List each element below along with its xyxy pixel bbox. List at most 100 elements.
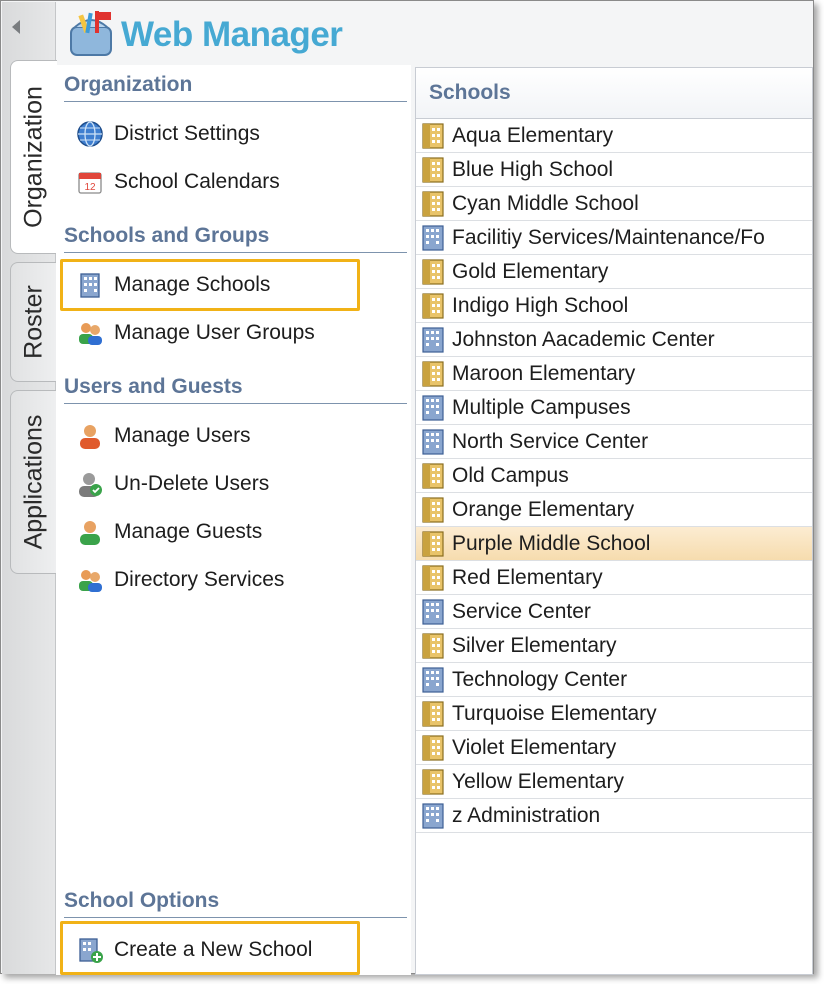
school-row[interactable]: z Administration [416,799,812,833]
office-building-icon [420,326,446,354]
school-row[interactable]: Gold Elementary [416,255,812,289]
schools-list-header: Schools [416,68,812,119]
school-row[interactable]: Purple Middle School [416,527,812,561]
school-building-icon [420,700,446,728]
nav-district-settings[interactable]: District Settings [76,117,260,151]
nav-manage-guests[interactable]: Manage Guests [76,515,262,549]
nav-manage-user-groups[interactable]: Manage User Groups [76,316,315,350]
school-row[interactable]: North Service Center [416,425,812,459]
office-building-icon [420,394,446,422]
school-row[interactable]: Blue High School [416,153,812,187]
school-name: Yellow Elementary [452,769,624,793]
office-building-icon [420,224,446,252]
school-building-icon [420,734,446,762]
office-building-icon [420,666,446,694]
school-row[interactable]: Indigo High School [416,289,812,323]
school-row[interactable]: Old Campus [416,459,812,493]
school-building-icon [420,564,446,592]
nav-label: Manage User Groups [114,321,315,344]
tab-label: Applications [19,414,47,550]
school-row[interactable]: Facilitiy Services/Maintenance/Fo [416,221,812,255]
nav-label: Un-Delete Users [114,472,270,495]
school-name: Blue High School [452,157,614,181]
school-building-icon [420,156,446,184]
nav-label: Manage Users [114,424,251,447]
school-row[interactable]: Violet Elementary [416,731,812,765]
school-building-icon [420,496,446,524]
office-building-icon [420,598,446,626]
school-name: Purple Middle School [452,531,651,555]
school-name: Orange Elementary [452,497,635,521]
school-row[interactable]: Turquoise Elementary [416,697,812,731]
nav-label: District Settings [114,122,260,145]
nav-directory-services[interactable]: Directory Services [76,563,284,597]
school-building-icon [420,122,446,150]
school-name: Cyan Middle School [452,191,639,215]
school-name: Violet Elementary [452,735,617,759]
school-row[interactable]: Red Elementary [416,561,812,595]
nav-un-delete-users[interactable]: Un-Delete Users [76,467,269,501]
section-school-options: School Options [64,889,407,918]
school-building-icon [420,258,446,286]
school-name: Old Campus [452,463,569,487]
nav-label: Create a New School [114,938,313,961]
nav-label: Manage Guests [114,520,263,543]
left-navigation: Organization District Settings 12 School… [56,65,411,975]
school-building-icon [420,462,446,490]
nav-create-new-school[interactable]: Create a New School [76,933,312,967]
globe-icon [77,121,103,147]
tab-applications[interactable]: Applications [10,390,56,574]
school-building-icon [420,768,446,796]
add-building-icon [79,938,103,963]
school-building-icon [420,360,446,388]
office-building-icon [420,802,446,830]
section-organization: Organization [64,73,407,102]
school-row[interactable]: Johnston Aacademic Center [416,323,812,357]
school-name: Gold Elementary [452,259,609,283]
school-name: Multiple Campuses [452,395,631,419]
school-building-icon [420,632,446,660]
school-name: Silver Elementary [452,633,617,657]
nav-manage-users[interactable]: Manage Users [76,419,251,453]
collapse-arrow-icon[interactable] [12,20,20,34]
school-name: Aqua Elementary [452,123,614,147]
school-name: Maroon Elementary [452,361,636,385]
app-window: Organization Roster Applications Web Man… [0,0,814,975]
school-building-icon [420,292,446,320]
tab-label: Roster [19,285,47,359]
school-row[interactable]: Multiple Campuses [416,391,812,425]
school-name: Facilitiy Services/Maintenance/Fo [452,225,765,249]
nav-manage-schools[interactable]: Manage Schools [76,268,270,302]
school-row[interactable]: Service Center [416,595,812,629]
nav-school-calendars[interactable]: 12 School Calendars [76,165,280,199]
school-building-icon [420,530,446,558]
schools-list-panel: Schools Aqua Elementary Blue High School C… [415,67,813,975]
tab-label: Organization [19,86,48,228]
user-group-icon [79,323,102,345]
school-row[interactable]: Maroon Elementary [416,357,812,391]
school-name: Red Elementary [452,565,603,589]
school-row[interactable]: Orange Elementary [416,493,812,527]
school-row[interactable]: Aqua Elementary [416,119,812,153]
school-name: Indigo High School [452,293,629,317]
school-name: Service Center [452,599,591,623]
school-building-icon [420,190,446,218]
app-title: Web Manager [121,15,343,54]
school-row[interactable]: Silver Elementary [416,629,812,663]
tab-roster[interactable]: Roster [10,262,56,382]
directory-icon [79,570,102,592]
school-name: z Administration [452,803,601,827]
section-users-and-guests: Users and Guests [64,375,407,404]
nav-label: Directory Services [114,568,285,591]
school-name: North Service Center [452,429,649,453]
schools-list: Aqua Elementary Blue High School Cyan Midd… [416,119,812,833]
calendar-icon: 12 [78,172,102,194]
svg-text:12: 12 [84,182,96,193]
school-row[interactable]: Technology Center [416,663,812,697]
web-manager-logo-icon [70,11,112,56]
tab-organization[interactable]: Organization [10,60,57,254]
user-restore-icon [79,473,102,497]
school-name: Johnston Aacademic Center [452,327,715,351]
school-row[interactable]: Yellow Elementary [416,765,812,799]
school-row[interactable]: Cyan Middle School [416,187,812,221]
